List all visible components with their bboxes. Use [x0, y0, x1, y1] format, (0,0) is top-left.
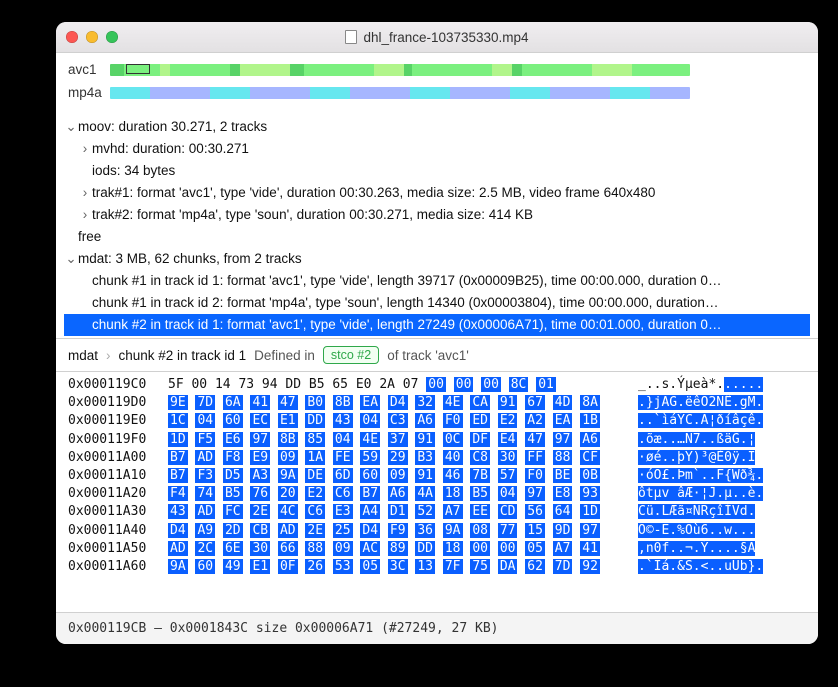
path-bar: mdat › chunk #2 in track id 1 Defined in…	[56, 338, 818, 371]
hex-row[interactable]: 0x00011A40D4 A9 2D CB AD 2E 25 D4 F9 36 …	[68, 522, 818, 540]
hex-row[interactable]: 0x00011A3043 AD FC 2E 4C C6 E3 A4 D1 52 …	[68, 503, 818, 521]
hex-row[interactable]: 0x000119E01C 04 60 EC E1 DD 43 04 C3 A6 …	[68, 412, 818, 430]
hex-row[interactable]: 0x000119F01D F5 E6 97 8B 85 04 4E 37 91 …	[68, 431, 818, 449]
track-bar-avc1[interactable]	[110, 64, 690, 76]
track-row-avc1[interactable]: avc1	[68, 62, 806, 77]
tree-label: iods: 34 bytes	[92, 160, 175, 182]
hex-ascii[interactable]: ·­øé..þY)³@È0ÿ.Ï	[618, 449, 755, 467]
hex-ascii[interactable]: Ô©-Ë­.%Ôù6..w...	[618, 522, 755, 540]
path-mdat[interactable]: mdat	[68, 348, 98, 363]
hex-row[interactable]: 0x00011A20F4 74 B5 76 20 E2 C6 B7 A6 4A …	[68, 485, 818, 503]
hex-row[interactable]: 0x00011A10B7 F3 D5 A3 9A DE 6D 60 09 91 …	[68, 467, 818, 485]
chevron-right-icon[interactable]: ›	[78, 182, 92, 204]
track-label: mp4a	[68, 85, 102, 100]
track-cursor[interactable]	[126, 64, 150, 74]
selection-status: 0x000119CB – 0x0001843C size 0x00006A71 …	[56, 612, 818, 644]
hex-ascii[interactable]: ­,n0f..¬.Ý....§A	[618, 540, 755, 558]
hex-row[interactable]: 0x00011A609A 60 49 E1 0F 26 53 05 3C 13 …	[68, 558, 818, 576]
tree-node-mdat[interactable]: ⌄ mdat: 3 MB, 62 chunks, from 2 tracks	[64, 248, 810, 270]
hex-bytes[interactable]: D4 A9 2D CB AD 2E 25 D4 F9 36 9A 08 77 1…	[168, 522, 618, 540]
hex-ascii[interactable]: .õæ..…N7..ßäG.¦	[618, 431, 755, 449]
track-label: avc1	[68, 62, 102, 77]
track-bar-mp4a[interactable]	[110, 87, 690, 99]
chevron-right-icon[interactable]: ›	[78, 204, 92, 226]
chevron-down-icon[interactable]: ⌄	[64, 116, 78, 138]
hex-bytes[interactable]: B7 AD F8 E9 09 1A FE 59 29 B3 40 C8 30 F…	[168, 449, 618, 467]
hex-row[interactable]: 0x000119C05F 00 14 73 94 DD B5 65 E0 2A …	[68, 376, 818, 394]
hex-row[interactable]: 0x00011A50AD 2C 6E 30 66 88 09 AC 89 DD …	[68, 540, 818, 558]
hex-address: 0x000119D0	[68, 394, 168, 412]
track-row-mp4a[interactable]: mp4a	[68, 85, 806, 100]
atom-tree: ⌄ moov: duration 30.271, 2 tracks › mvhd…	[56, 114, 818, 338]
hex-address: 0x00011A40	[68, 522, 168, 540]
tree-label: moov: duration 30.271, 2 tracks	[78, 116, 267, 138]
hex-ascii[interactable]: ôtµv âÆ·¦J.µ..è.	[618, 485, 763, 503]
tree-node-free[interactable]: free	[64, 226, 810, 248]
tree-node-chunk[interactable]: chunk #1 in track id 2: format 'mp4a', t…	[64, 292, 810, 314]
hex-ascii[interactable]: .`Iá.&S.<..uÚb}.	[618, 558, 763, 576]
hex-bytes[interactable]: AD 2C 6E 30 66 88 09 AC 89 DD 18 00 00 0…	[168, 540, 618, 558]
hex-ascii[interactable]: _..s.Ýµeà*......	[618, 376, 763, 394]
hex-address: 0x00011A50	[68, 540, 168, 558]
hex-address: 0x000119E0	[68, 412, 168, 430]
hex-bytes[interactable]: 43 AD FC 2E 4C C6 E3 A4 D1 52 A7 EE CD 5…	[168, 503, 618, 521]
tree-label: trak#1: format 'avc1', type 'vide', dura…	[92, 182, 655, 204]
hex-address: 0x00011A30	[68, 503, 168, 521]
hex-ascii[interactable]: .}jAG.ëêÔ2NÊ.gM.	[618, 394, 763, 412]
chevron-down-icon[interactable]: ⌄	[64, 248, 78, 270]
hex-address: 0x00011A00	[68, 449, 168, 467]
titlebar[interactable]: dhl_france-103735330.mp4	[56, 22, 818, 53]
path-chunk[interactable]: chunk #2 in track id 1	[119, 348, 247, 363]
hex-bytes[interactable]: 9E 7D 6A 41 47 B0 8B EA D4 32 4E CA 91 6…	[168, 394, 618, 412]
tree-node-chunk-selected[interactable]: chunk #2 in track id 1: format 'avc1', t…	[64, 314, 810, 336]
tree-label: trak#2: format 'mp4a', type 'soun', dura…	[92, 204, 533, 226]
tree-label: mvhd: duration: 00:30.271	[92, 138, 249, 160]
tree-label: chunk #1 in track id 1: format 'avc1', t…	[92, 270, 721, 292]
hex-bytes[interactable]: 5F 00 14 73 94 DD B5 65 E0 2A 07 00 00 0…	[168, 376, 618, 394]
tree-label: free	[78, 226, 101, 248]
tree-node-trak2[interactable]: › trak#2: format 'mp4a', type 'soun', du…	[64, 204, 810, 226]
tree-label: mdat: 3 MB, 62 chunks, from 2 tracks	[78, 248, 302, 270]
tree-node-iods[interactable]: iods: 34 bytes	[64, 160, 810, 182]
selection-status-text: 0x000119CB – 0x0001843C size 0x00006A71 …	[68, 621, 498, 636]
window-title-text: dhl_france-103735330.mp4	[363, 30, 528, 45]
hex-bytes[interactable]: F4 74 B5 76 20 E2 C6 B7 A6 4A 18 B5 04 9…	[168, 485, 618, 503]
hex-address: 0x00011A10	[68, 467, 168, 485]
hex-address: 0x000119C0	[68, 376, 168, 394]
stco-badge[interactable]: stco #2	[323, 346, 379, 364]
tree-node-trak1[interactable]: › trak#1: format 'avc1', type 'vide', du…	[64, 182, 810, 204]
hex-ascii[interactable]: ..`ìáÝC.Ã¦ðíâçê.	[618, 412, 763, 430]
path-defined-in: Defined in	[254, 348, 315, 363]
path-of-track: of track 'avc1'	[387, 348, 469, 363]
hex-row[interactable]: 0x00011A00B7 AD F8 E9 09 1A FE 59 29 B3 …	[68, 449, 818, 467]
chevron-right-icon[interactable]: ›	[78, 138, 92, 160]
hex-address: 0x000119F0	[68, 431, 168, 449]
hex-row[interactable]: 0x000119D09E 7D 6A 41 47 B0 8B EA D4 32 …	[68, 394, 818, 412]
hex-address: 0x00011A20	[68, 485, 168, 503]
hex-bytes[interactable]: 1D F5 E6 97 8B 85 04 4E 37 91 0C DF E4 4…	[168, 431, 618, 449]
app-window: dhl_france-103735330.mp4 avc1 mp4a ⌄ moo…	[56, 22, 818, 644]
tree-node-mvhd[interactable]: › mvhd: duration: 00:30.271	[64, 138, 810, 160]
hex-bytes[interactable]: 9A 60 49 E1 0F 26 53 05 3C 13 7F 75 DA 6…	[168, 558, 618, 576]
hex-view[interactable]: 0x000119C05F 00 14 73 94 DD B5 65 E0 2A …	[56, 371, 818, 580]
tree-label: chunk #2 in track id 1: format 'avc1', t…	[92, 314, 721, 336]
hex-bytes[interactable]: 1C 04 60 EC E1 DD 43 04 C3 A6 F0 ED E2 A…	[168, 412, 618, 430]
document-icon	[345, 30, 357, 44]
hex-ascii[interactable]: C­ü.LÆã¤ÑRçîÍVd.	[618, 503, 755, 521]
window-title: dhl_france-103735330.mp4	[56, 30, 818, 45]
tree-node-chunk[interactable]: chunk #1 in track id 1: format 'avc1', t…	[64, 270, 810, 292]
hex-ascii[interactable]: ·óÕ£.Þm`..F{Wð¾.	[618, 467, 763, 485]
tree-node-moov[interactable]: ⌄ moov: duration 30.271, 2 tracks	[64, 116, 810, 138]
tree-label: chunk #1 in track id 2: format 'mp4a', t…	[92, 292, 718, 314]
hex-address: 0x00011A60	[68, 558, 168, 576]
hex-bytes[interactable]: B7 F3 D5 A3 9A DE 6D 60 09 91 46 7B 57 F…	[168, 467, 618, 485]
track-overview: avc1 mp4a	[56, 53, 818, 114]
chevron-right-icon: ›	[106, 348, 111, 363]
